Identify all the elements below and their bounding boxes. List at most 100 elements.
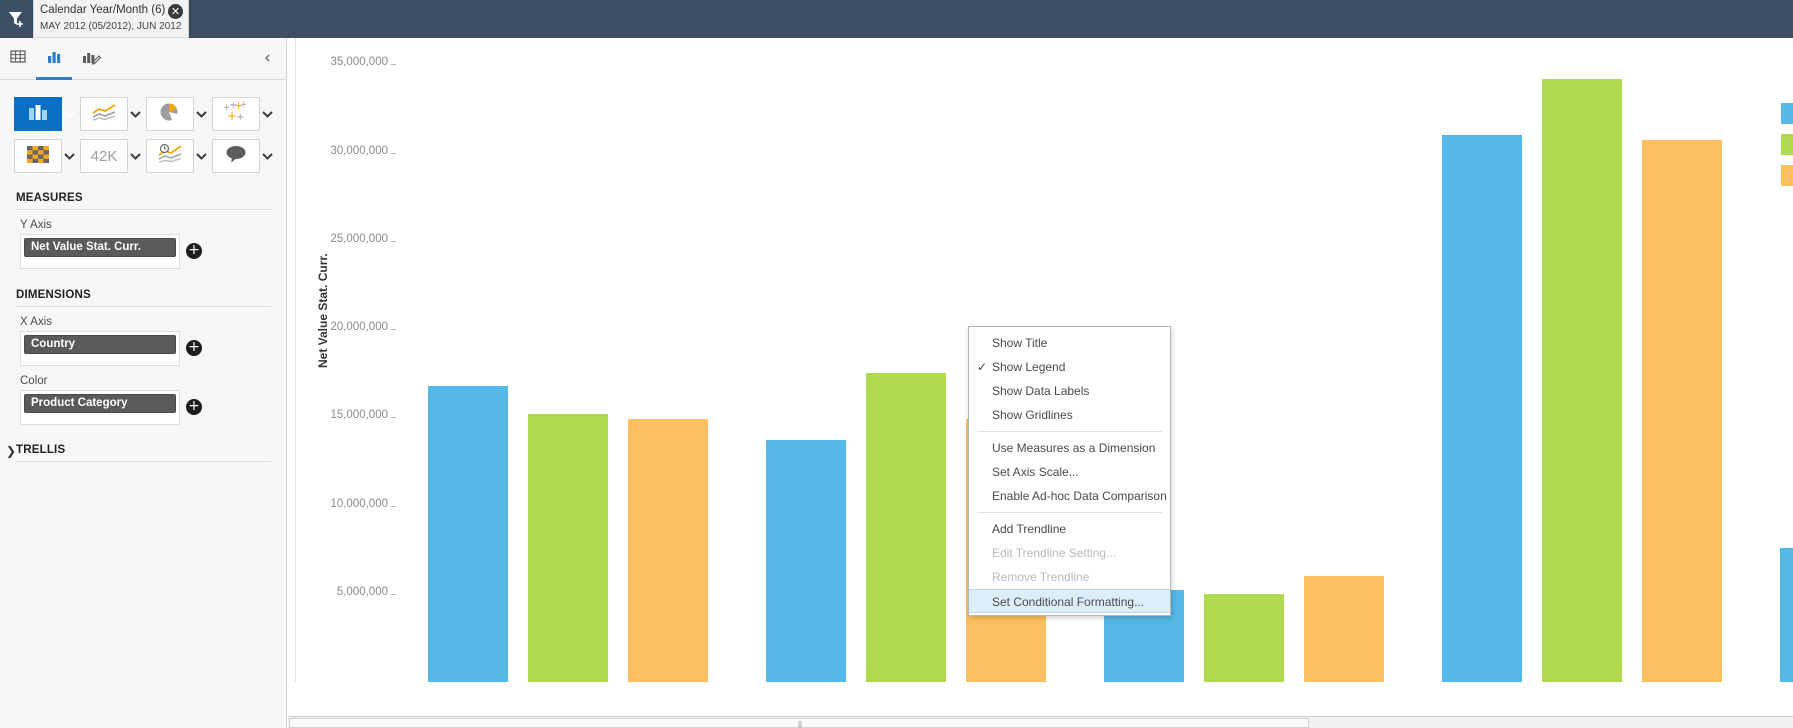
chart-legend [1781, 103, 1793, 196]
context-menu-item: Remove Trendline [969, 565, 1170, 589]
bar-chart-type-caret[interactable] [62, 97, 76, 131]
measures-heading: MEASURES [16, 192, 286, 204]
chart-bar[interactable] [528, 414, 608, 682]
42K-number-icon: 42K [91, 148, 118, 165]
pie-chart-type-caret[interactable] [194, 97, 208, 131]
context-menu-item[interactable]: Set Axis Scale... [969, 460, 1170, 484]
bar-chart-type-button[interactable] [14, 97, 62, 131]
context-menu-item[interactable]: Add Trendline [969, 517, 1170, 541]
horizontal-scrollbar[interactable]: ⦀ [288, 716, 1793, 728]
context-menu-item-label: Show Legend [992, 360, 1065, 374]
visualization-tabbar [0, 38, 286, 80]
timeseries-chart-type-caret[interactable] [194, 139, 208, 173]
context-menu-item-label: Set Axis Scale... [992, 465, 1079, 479]
color-shelf[interactable]: Product Category [20, 390, 180, 425]
chart-bar[interactable] [1442, 135, 1522, 682]
svg-text:+: + [240, 101, 248, 110]
context-menu-item-label: Show Gridlines [992, 408, 1073, 422]
context-menu-item[interactable]: Show Gridlines [969, 403, 1170, 427]
context-menu-item[interactable]: Use Measures as a Dimension [969, 436, 1170, 460]
y-axis-tick-mark [391, 594, 396, 595]
x-axis-shelf[interactable]: Country [20, 331, 180, 366]
legend-swatch[interactable] [1781, 134, 1793, 155]
context-menu-item-label: Enable Ad-hoc Data Comparison [992, 489, 1167, 503]
chart-bar[interactable] [866, 373, 946, 682]
add-color-dimension-button[interactable]: + [186, 399, 202, 415]
context-menu-item-label: Remove Trendline [992, 570, 1089, 584]
heatmap-chart-type-caret[interactable] [62, 139, 76, 173]
left-builder-panel: + + + + + + [0, 38, 287, 728]
context-menu-item[interactable]: Show Data Labels [969, 379, 1170, 403]
line-chart-type-button[interactable] [80, 97, 128, 131]
color-label: Color [20, 375, 286, 387]
chart-bar[interactable] [1304, 576, 1384, 682]
filter-funnel-add-icon[interactable] [4, 4, 30, 34]
legend-swatch[interactable] [1781, 103, 1793, 124]
context-menu-item[interactable]: Show Title [969, 331, 1170, 355]
scrollbar-grip-icon: ⦀ [798, 721, 803, 728]
context-menu-item[interactable]: ✓ Show Legend [969, 355, 1170, 379]
y-axis-shelf[interactable]: Net Value Stat. Curr. [20, 234, 180, 269]
context-menu-item-label: Show Title [992, 336, 1047, 350]
y-axis-tick-mark [391, 241, 396, 242]
chart-context-menu: Show Title ✓ Show Legend Show Data Labels Sh… [968, 326, 1171, 616]
color-pill[interactable]: Product Category [24, 394, 176, 413]
table-view-tab[interactable] [0, 44, 36, 80]
trellis-section[interactable]: ❯ TRELLIS [0, 444, 286, 462]
chevron-right-icon[interactable]: ❯ [6, 444, 16, 458]
bubble-comment-type-button[interactable] [212, 139, 260, 173]
y-axis-pill[interactable]: Net Value Stat. Curr. [24, 238, 176, 257]
context-menu-item: Edit Trendline Setting... [969, 541, 1170, 565]
scatter-chart-type-button[interactable]: + + + + + + [212, 97, 260, 131]
numeric-point-type-caret[interactable] [128, 139, 142, 173]
chart-view-tab[interactable] [36, 44, 72, 80]
speech-bubble-icon [223, 143, 249, 170]
scrollbar-thumb[interactable]: ⦀ [289, 718, 1309, 728]
line-chart-type-caret[interactable] [128, 97, 142, 131]
chart-bar[interactable] [1642, 140, 1722, 682]
filter-chip[interactable]: Calendar Year/Month (6) MAY 2012 (05/201… [33, 0, 189, 38]
checkerboard-heatmap-icon [25, 143, 51, 170]
context-menu-item-label: Use Measures as a Dimension [992, 441, 1155, 455]
y-axis-tick-label: 35,000,000 [330, 56, 388, 68]
close-icon[interactable]: ✕ [168, 4, 183, 19]
y-axis-tick-label: 10,000,000 [330, 498, 388, 510]
sparkle-scatter-icon: + + + + + + [222, 101, 250, 128]
check-icon: ✓ [977, 355, 987, 379]
context-menu-item[interactable]: Set Conditional Formatting... [969, 589, 1170, 613]
context-menu-item-label: Set Conditional Formatting... [992, 595, 1144, 609]
legend-swatch[interactable] [1781, 165, 1793, 186]
y-axis-tick-label: 5,000,000 [337, 586, 388, 598]
line-chart-icon [90, 101, 118, 128]
bar-chart-icon [44, 47, 64, 72]
add-measure-button[interactable]: + [186, 243, 202, 259]
measures-divider [16, 209, 271, 210]
collapse-panel-chevron-icon[interactable]: ‹ [264, 48, 284, 70]
chart-bar[interactable] [1542, 79, 1622, 682]
plot-left-border [295, 38, 296, 682]
add-x-dimension-button[interactable]: + [186, 340, 202, 356]
x-axis-pill[interactable]: Country [24, 335, 176, 354]
chart-bar[interactable] [428, 386, 508, 682]
bubble-comment-type-caret[interactable] [260, 139, 274, 173]
y-axis-tick-mark [391, 64, 396, 65]
svg-text:+: + [236, 112, 244, 123]
context-menu-separator [977, 512, 1162, 513]
chart-bar[interactable] [1204, 594, 1284, 682]
scatter-chart-type-caret[interactable] [260, 97, 274, 131]
chart-bar[interactable] [766, 440, 846, 682]
y-axis-tick-mark [391, 153, 396, 154]
context-menu-item[interactable]: Enable Ad-hoc Data Comparison [969, 484, 1170, 508]
y-axis-title: Net Value Stat. Curr. [316, 253, 330, 368]
y-axis-label: Y Axis [20, 219, 286, 231]
timeseries-chart-type-button[interactable] [146, 139, 194, 173]
chart-bar[interactable] [628, 419, 708, 682]
chart-bar[interactable] [1780, 548, 1793, 682]
y-axis-tick-mark [391, 417, 396, 418]
chart-edit-tab[interactable] [73, 44, 109, 80]
numeric-point-type-button[interactable]: 42K [80, 139, 128, 173]
y-axis-tick-label: 30,000,000 [330, 145, 388, 157]
heatmap-chart-type-button[interactable] [14, 139, 62, 173]
context-menu-item-label: Show Data Labels [992, 384, 1089, 398]
pie-chart-type-button[interactable] [146, 97, 194, 131]
